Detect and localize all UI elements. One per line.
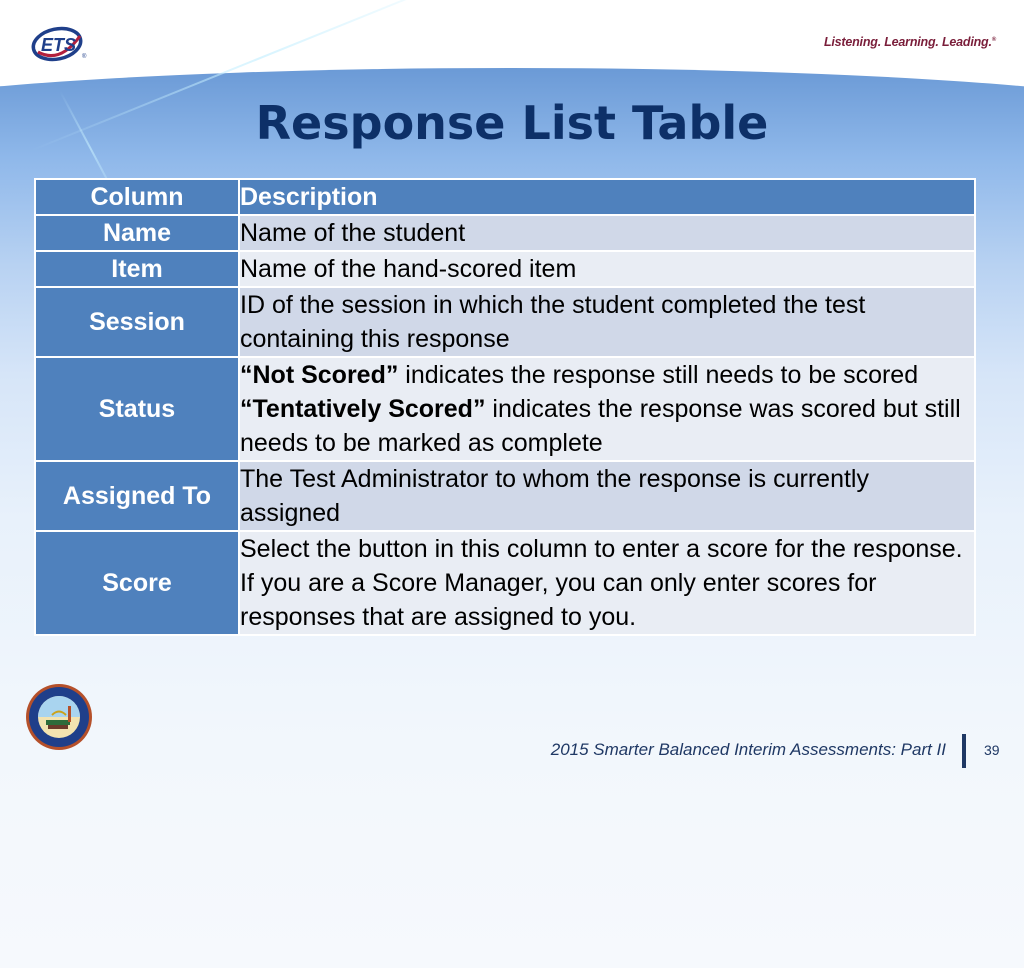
column-header: Column bbox=[34, 178, 240, 216]
table-row: Name Name of the student bbox=[34, 214, 976, 252]
description-text: Name of the hand-scored item bbox=[240, 255, 577, 283]
page-number: 39 bbox=[984, 742, 1000, 758]
row-column-name: Score bbox=[34, 530, 240, 636]
table-row: Session ID of the session in which the st… bbox=[34, 286, 976, 358]
description-text: The Test Administrator to whom the respo… bbox=[240, 465, 869, 527]
svg-text:®: ® bbox=[82, 53, 87, 60]
row-column-name: Name bbox=[34, 214, 240, 252]
row-column-name: Assigned To bbox=[34, 460, 240, 532]
row-description: Name of the student bbox=[238, 214, 976, 252]
row-description: “Not Scored” indicates the response stil… bbox=[238, 356, 976, 462]
ets-logo-text: ETS bbox=[41, 35, 76, 55]
row-column-name: Item bbox=[34, 250, 240, 288]
description-header: Description bbox=[238, 178, 976, 216]
row-description: Select the button in this column to ente… bbox=[238, 530, 976, 636]
response-list-table: Column Description Name Name of the stude… bbox=[34, 178, 976, 636]
table-row: Item Name of the hand-scored item bbox=[34, 250, 976, 288]
row-column-name: Session bbox=[34, 286, 240, 358]
ets-logo: ETS ® bbox=[31, 26, 87, 62]
description-text: ID of the session in which the student c… bbox=[240, 291, 866, 353]
row-description: ID of the session in which the student c… bbox=[238, 286, 976, 358]
status-term: “Tentatively Scored” bbox=[240, 395, 486, 423]
row-description: Name of the hand-scored item bbox=[238, 250, 976, 288]
description-text: Select the button in this column to ente… bbox=[240, 535, 963, 631]
row-description: The Test Administrator to whom the respo… bbox=[238, 460, 976, 532]
tagline: Listening. Learning. Leading.® bbox=[823, 35, 996, 49]
footer-divider bbox=[962, 734, 966, 768]
row-column-name: Status bbox=[34, 356, 240, 462]
status-term: “Not Scored” bbox=[240, 361, 399, 389]
california-education-seal bbox=[26, 684, 92, 750]
footer-title: 2015 Smarter Balanced Interim Assessment… bbox=[550, 740, 946, 759]
description-text: Name of the student bbox=[240, 219, 466, 247]
description-text: indicates the response still needs to be… bbox=[398, 361, 919, 389]
table-row: Score Select the button in this column to… bbox=[34, 530, 976, 636]
slide-title: Response List Table bbox=[255, 96, 769, 150]
table-header-row: Column Description bbox=[34, 178, 976, 216]
table-row: Assigned To The Test Administrator to who… bbox=[34, 460, 976, 532]
table-row: Status “Not Scored” indicates the respons… bbox=[34, 356, 976, 462]
